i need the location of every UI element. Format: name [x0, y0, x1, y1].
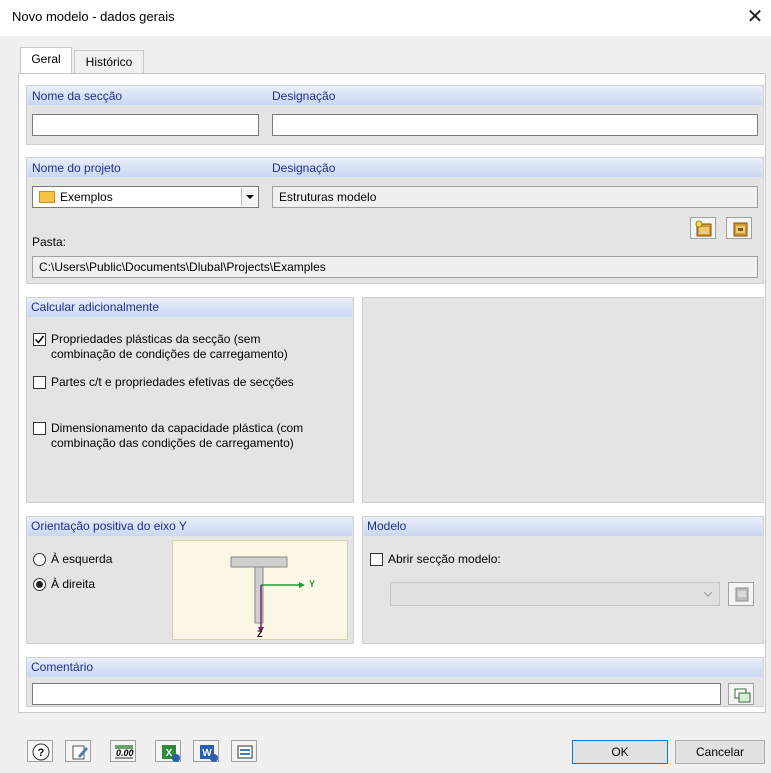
option-capacity-label-1: Dimensionamento da capacidade plástica (… [51, 421, 304, 435]
checkbox-open-model[interactable] [370, 553, 383, 566]
dropdown-button[interactable] [241, 188, 257, 206]
comment-header: Comentário [27, 658, 762, 677]
excel-export-button[interactable]: X [155, 740, 181, 762]
cancel-button[interactable]: Cancelar [675, 740, 765, 764]
model-browse-button[interactable] [728, 582, 754, 606]
section-designation-label: Designação [272, 89, 336, 103]
project-header [27, 158, 762, 177]
checkbox-plastic-properties[interactable] [33, 333, 46, 346]
new-folder-icon [695, 220, 712, 237]
folder-label: Pasta: [32, 235, 67, 249]
option-plastic-label-1: Propriedades plásticas da secção (sem [51, 332, 261, 346]
checkmark-icon [34, 335, 45, 344]
section-name-input[interactable] [32, 114, 259, 136]
radio-left[interactable] [33, 553, 46, 566]
word-export-button[interactable]: W [193, 740, 219, 762]
copy-icon [734, 688, 751, 703]
print-button[interactable] [231, 740, 257, 762]
orientation-header: Orientação positiva do eixo Y [27, 517, 352, 536]
units-button[interactable]: 0.00 [110, 740, 136, 762]
print-icon [237, 745, 253, 759]
calc-group [26, 297, 354, 503]
svg-text:?: ? [38, 747, 45, 759]
tab-geral[interactable]: Geral [20, 47, 72, 74]
axis-y-label: Y [309, 579, 316, 589]
project-select-value: Exemplos [60, 190, 113, 204]
units-icon-text: 0.00 [116, 748, 134, 758]
folder-icon [39, 191, 55, 203]
new-project-button[interactable] [690, 217, 716, 239]
empty-panel [362, 297, 764, 503]
model-header: Modelo [363, 517, 762, 536]
model-select[interactable] [390, 582, 720, 606]
model-header-label: Modelo [367, 519, 407, 533]
edit-button[interactable] [65, 740, 91, 762]
option-ct-label: Partes c/t e propriedades efetivas de se… [51, 375, 294, 389]
edit-project-button[interactable] [726, 217, 752, 239]
comment-input[interactable] [32, 683, 721, 705]
window-title: Novo modelo - dados gerais [12, 9, 175, 24]
ok-button[interactable]: OK [572, 740, 668, 764]
axis-z-label: Z [257, 629, 263, 639]
project-designation-label: Designação [272, 161, 336, 175]
radio-left-label: À esquerda [51, 552, 113, 566]
option-capacity-label-2: combinação das condições de carregamento… [51, 436, 294, 450]
section-designation-input[interactable] [272, 114, 758, 136]
option-plastic-label-2: combinação de condições de carregamento) [51, 347, 288, 361]
word-icon: W [200, 745, 218, 762]
orientation-header-label: Orientação positiva do eixo Y [31, 519, 187, 533]
calc-header: Calcular adicionalmente [27, 298, 352, 317]
help-button[interactable]: ? [27, 740, 53, 762]
chevron-down-icon [246, 195, 254, 199]
comment-copy-button[interactable] [728, 683, 754, 705]
axis-diagram: Y Z [172, 540, 348, 640]
calc-header-label: Calcular adicionalmente [31, 300, 160, 314]
open-model-label: Abrir secção modelo: [388, 552, 501, 566]
close-icon[interactable]: ✕ [742, 4, 768, 30]
tab-historico[interactable]: Histórico [74, 50, 144, 74]
section-name-label: Nome da secção [32, 89, 123, 103]
project-designation-field: Estruturas modelo [272, 186, 758, 208]
help-icon: ? [32, 743, 50, 761]
svg-text:X: X [166, 748, 173, 759]
project-name-label: Nome do projeto [32, 161, 121, 175]
project-manager-icon [733, 222, 748, 237]
comment-header-label: Comentário [31, 660, 94, 674]
checkbox-plastic-capacity[interactable] [33, 422, 46, 435]
excel-icon: X [162, 745, 180, 762]
section-axis-icon [230, 556, 305, 633]
chevron-down-icon [703, 591, 713, 597]
edit-icon [72, 745, 88, 760]
folder-path-field: C:\Users\Public\Documents\Dlubal\Project… [32, 256, 758, 278]
section-header [27, 86, 762, 105]
project-select[interactable]: Exemplos [32, 186, 259, 208]
radio-right-label: À direita [51, 577, 96, 591]
radio-right[interactable] [33, 578, 46, 591]
model-icon [735, 587, 749, 602]
checkbox-ct-parts[interactable] [33, 376, 46, 389]
